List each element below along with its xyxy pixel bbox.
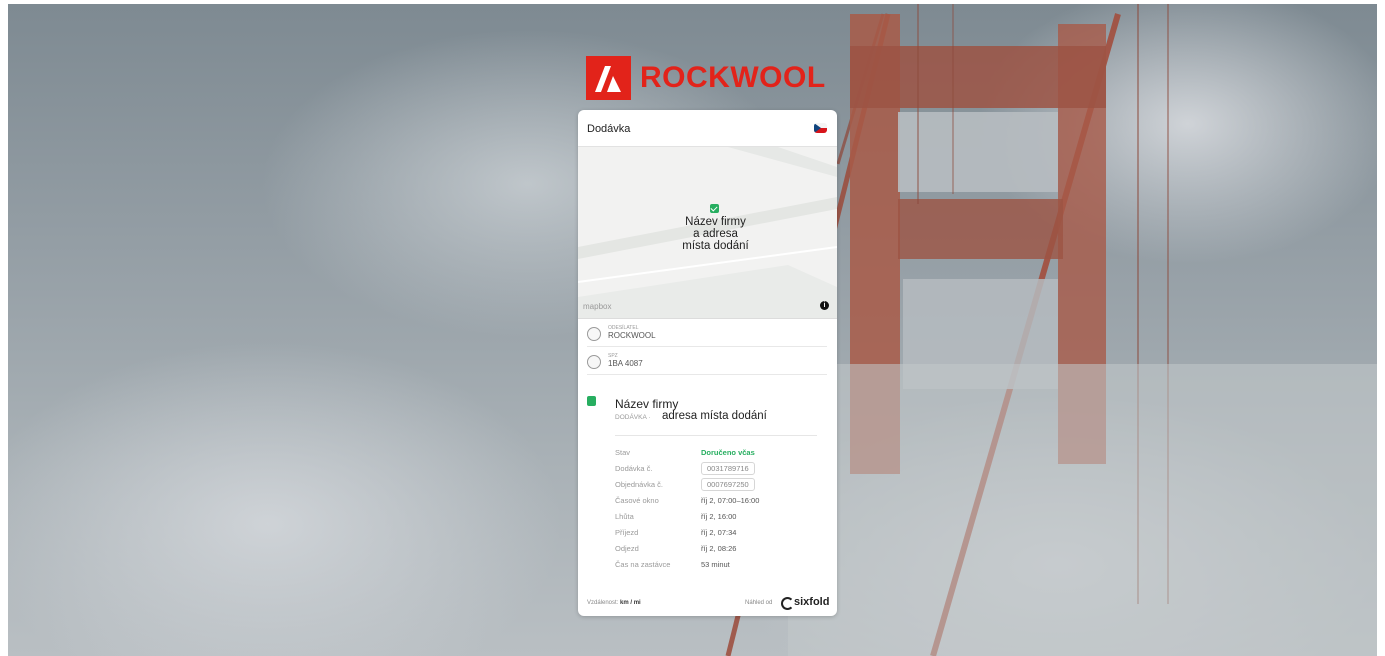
destination-address: adresa místa dodání [662,410,767,422]
detail-label: Časové okno [615,496,659,505]
detail-label: Dodávka č. [615,464,653,473]
detail-label: Čas na zastávce [615,560,671,569]
detail-label: Odjezd [615,544,639,553]
map-label-line: místa dodání [682,240,749,252]
powered-by-label: Náhled od [745,600,773,606]
card-header: Dodávka [578,110,837,147]
destination-name: Název firmy [615,397,679,411]
destination-type-label: DODÁVKA · [615,414,651,421]
truck-icon [587,355,601,369]
card-footer: Vzdálenost: km / mi Náhled od sixfold [578,596,837,616]
distance-units[interactable]: km / mi [620,600,641,606]
destination-pin-icon [710,204,719,213]
detail-row-arrival: Příjezd říj 2, 07:34 [615,526,825,540]
detail-label: Objednávka č. [615,480,663,489]
info-icon[interactable]: i [820,301,829,310]
factory-icon [587,327,601,341]
rockwool-logo: ROCKWOOL [586,56,826,100]
divider [615,435,817,436]
departure-value: říj 2, 08:26 [701,544,737,553]
detail-row-status: Stav Doručeno včas [615,446,825,460]
vehicle-row: SPZ 1BA 4087 [587,348,827,375]
sixfold-logo-icon [781,597,794,610]
detail-row-departure: Odjezd říj 2, 08:26 [615,542,825,556]
map-label: Název firmy a adresa místa dodání [648,216,783,252]
arrival-value: říj 2, 07:34 [701,528,737,537]
rockwool-logo-mark-icon [586,56,631,100]
detail-row-order-number: Objednávka č. 0007697250 [615,478,825,492]
detail-row-deadline: Lhůta říj 2, 16:00 [615,510,825,524]
delivery-card: Dodávka Název firmy a adresa místa dodán… [578,110,837,616]
shipper-value: ROCKWOOL [608,331,656,340]
distance-units-toggle[interactable]: Vzdálenost: km / mi [587,600,641,606]
detail-row-delivery-number: Dodávka č. 0031789716 [615,462,825,476]
detail-row-time-window: Časové okno říj 2, 07:00–16:00 [615,494,825,508]
deadline-value: říj 2, 16:00 [701,512,737,521]
delivery-map[interactable]: Název firmy a adresa místa dodání mapbox… [578,147,837,319]
map-label-line: Název firmy [685,216,746,228]
delivered-check-icon [587,396,596,406]
time-window-value: říj 2, 07:00–16:00 [701,496,760,505]
map-label-line: a adresa [693,228,738,240]
detail-label: Stav [615,448,631,457]
stop-time-value: 53 minut [701,560,730,569]
status-value: Doručeno včas [701,448,755,457]
detail-label: Příjezd [615,528,639,537]
mapbox-attribution[interactable]: mapbox [583,302,611,311]
sixfold-logo-text[interactable]: sixfold [794,596,829,608]
order-number-value[interactable]: 0007697250 [701,478,755,491]
detail-row-stop-time: Čas na zastávce 53 minut [615,558,825,572]
card-title: Dodávka [587,123,631,135]
distance-label: Vzdálenost: [587,600,619,606]
delivery-number-value[interactable]: 0031789716 [701,462,755,475]
shipper-row: ODESÍLATEL ROCKWOOL [587,320,827,347]
detail-label: Lhůta [615,512,634,521]
logo-text: ROCKWOOL [640,61,826,94]
czech-flag-icon[interactable] [814,123,827,133]
vehicle-value: 1BA 4087 [608,359,643,368]
